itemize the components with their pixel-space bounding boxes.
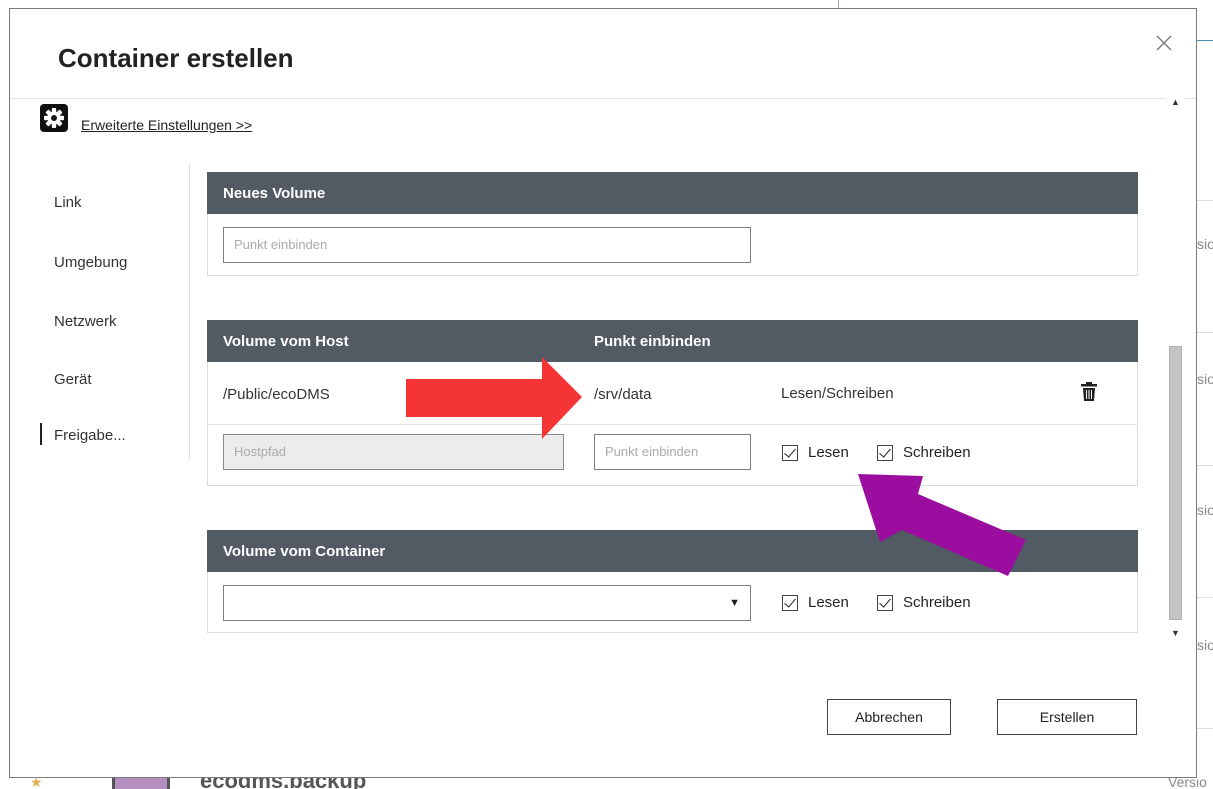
advanced-settings-link[interactable]: Erweiterte Einstellungen >> [81, 117, 252, 133]
host-path-cell: /Public/ecoDMS [223, 386, 330, 403]
app-icon [112, 778, 170, 789]
host-volume-column-mount: Punkt einbinden [594, 333, 711, 350]
new-volume-mount-input[interactable]: Punkt einbinden [223, 227, 751, 263]
nav-item-netzwerk[interactable]: Netzwerk [54, 313, 117, 330]
read-checkbox-label: Lesen [808, 444, 849, 461]
scroll-up-arrow-icon[interactable]: ▲ [1171, 97, 1180, 107]
read-checkbox[interactable] [782, 445, 798, 461]
nav-item-geraet[interactable]: Gerät [54, 371, 92, 388]
container-read-checkbox[interactable] [782, 595, 798, 611]
background-text-fragment: sio [1197, 236, 1213, 252]
container-volume-select[interactable]: ▼ [223, 585, 751, 621]
background-separator [1197, 597, 1213, 598]
star-icon: ★ [30, 778, 43, 789]
background-text-fragment: sio [1197, 371, 1213, 387]
background-accent-line [1195, 40, 1213, 41]
background-separator [1197, 728, 1213, 729]
gear-icon[interactable] [40, 104, 68, 132]
background-text-fragment: sio [1197, 637, 1213, 653]
mount-point-cell: /srv/data [594, 386, 652, 403]
background-separator [1197, 200, 1213, 201]
dialog-title: Container erstellen [58, 43, 294, 73]
row-divider [207, 424, 1138, 425]
scrollbar-thumb[interactable] [1169, 346, 1182, 620]
background-separator [1197, 465, 1213, 466]
purple-annotation-arrow [858, 474, 1026, 576]
new-volume-title: Neues Volume [223, 185, 326, 202]
red-annotation-arrow [406, 357, 582, 439]
nav-divider [189, 163, 190, 459]
write-checkbox[interactable] [877, 445, 893, 461]
write-checkbox-label: Schreiben [903, 444, 971, 461]
background-list-row: ★ ecodms.backup Versio [0, 778, 1213, 789]
header-divider [10, 98, 1196, 99]
close-icon[interactable] [1154, 33, 1174, 53]
access-mode-cell: Lesen/Schreiben [781, 385, 894, 402]
background-divider [838, 0, 839, 8]
host-volume-header: Volume vom Host Punkt einbinden [207, 320, 1138, 362]
scroll-down-arrow-icon[interactable]: ▼ [1171, 628, 1180, 638]
container-write-label: Schreiben [903, 594, 971, 611]
nav-item-freigabe[interactable]: Freigabe... [54, 427, 126, 444]
host-volume-column-host: Volume vom Host [223, 333, 349, 350]
container-volume-title: Volume vom Container [223, 543, 386, 560]
background-row-version: Versio [1168, 778, 1207, 789]
dropdown-arrow-icon: ▼ [729, 597, 740, 609]
background-text-fragment: sio [1197, 502, 1213, 518]
nav-item-umgebung[interactable]: Umgebung [54, 254, 127, 271]
background-separator [1197, 332, 1213, 333]
cancel-button[interactable]: Abbrechen [827, 699, 951, 735]
mount-point-input[interactable]: Punkt einbinden [594, 434, 751, 470]
container-read-label: Lesen [808, 594, 849, 611]
trash-icon[interactable] [1080, 381, 1098, 403]
new-volume-header: Neues Volume [207, 172, 1138, 214]
background-row-title: ecodms.backup [200, 778, 366, 789]
nav-active-indicator [40, 423, 42, 445]
container-write-checkbox[interactable] [877, 595, 893, 611]
nav-item-link[interactable]: Link [54, 194, 82, 211]
create-button[interactable]: Erstellen [997, 699, 1137, 735]
